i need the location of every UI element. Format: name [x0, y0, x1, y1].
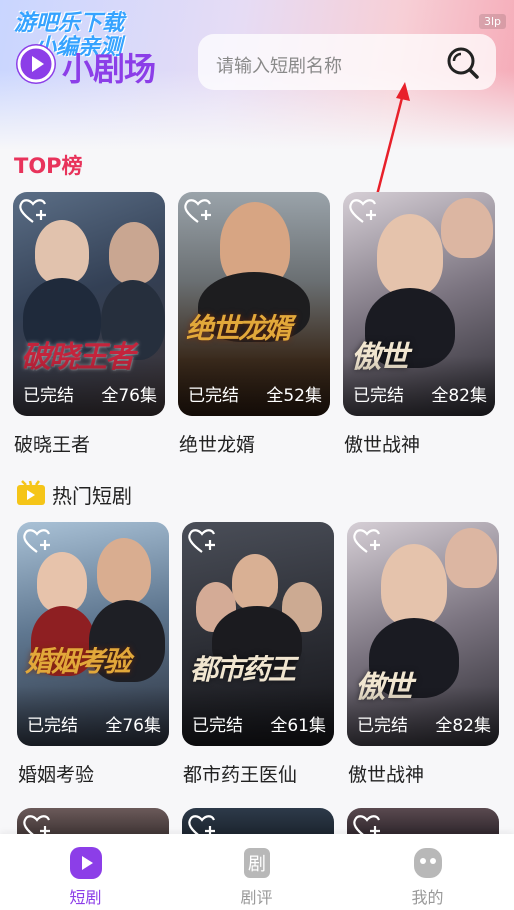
play-icon — [70, 847, 102, 879]
episode-count: 全82集 — [431, 386, 487, 406]
drama-card[interactable]: 破晓王者 已完结 全76集 — [13, 192, 165, 416]
poster-title: 都市药王 — [190, 653, 296, 686]
status-label: 已完结 — [357, 716, 408, 736]
favorite-heart-icon[interactable] — [351, 526, 385, 560]
favorite-heart-icon[interactable] — [21, 526, 55, 560]
episode-count: 全52集 — [266, 386, 322, 406]
poster-title: 婚姻考验 — [25, 645, 131, 678]
tab-label: 短剧 — [69, 888, 102, 907]
poster-figure — [441, 198, 493, 258]
status-label: 已完结 — [27, 716, 78, 736]
bottom-tab-bar: 短剧 剧 剧评 我的 — [0, 834, 514, 910]
drama-title[interactable]: 绝世龙婿 — [179, 430, 255, 457]
poster-figure — [109, 222, 159, 284]
drama-card[interactable]: 傲世 已完结 全82集 — [347, 522, 499, 746]
episode-count: 全61集 — [270, 716, 326, 736]
section-title-top: TOP榜 — [14, 154, 83, 178]
drama-card[interactable]: 绝世龙婿 已完结 全52集 — [178, 192, 330, 416]
drama-title[interactable]: 都市药王医仙 — [183, 760, 297, 787]
drama-title[interactable]: 破晓王者 — [14, 430, 90, 457]
poster-figure — [232, 554, 278, 610]
corner-tag: 3lp — [478, 14, 506, 29]
tab-label: 我的 — [411, 888, 444, 907]
drama-card[interactable]: 傲世 已完结 全82集 — [343, 192, 495, 416]
favorite-heart-icon[interactable] — [186, 526, 220, 560]
tab-label: 剧评 — [240, 888, 273, 907]
poster-figure — [381, 544, 447, 626]
drama-card[interactable]: 都市药王 已完结 全61集 — [182, 522, 334, 746]
logo-play-icon — [16, 44, 56, 84]
tab-reviews[interactable]: 剧 剧评 — [171, 834, 342, 910]
profile-icon — [414, 848, 442, 878]
status-label: 已完结 — [353, 386, 404, 406]
episode-count: 全82集 — [435, 716, 491, 736]
poster-figure — [377, 214, 443, 296]
favorite-heart-icon[interactable] — [17, 196, 51, 230]
episode-count: 全76集 — [105, 716, 161, 736]
hot-drama-icon — [16, 480, 46, 510]
section-title-hot: 热门短剧 — [52, 484, 132, 508]
review-icon: 剧 — [244, 848, 270, 878]
search-icon[interactable] — [446, 46, 480, 84]
header: 游吧乐下载 小编亲测 小剧场 3lp 请输入短剧名称 — [0, 0, 514, 120]
poster-figure — [97, 538, 151, 604]
watermark-line1: 游吧乐下载 — [14, 11, 125, 36]
search-box[interactable]: 请输入短剧名称 — [198, 34, 496, 90]
tab-shorts[interactable]: 短剧 — [0, 834, 171, 910]
poster-figure — [445, 528, 497, 588]
favorite-heart-icon[interactable] — [347, 196, 381, 230]
episode-count: 全76集 — [101, 386, 157, 406]
drama-card[interactable]: 婚姻考验 已完结 全76集 — [17, 522, 169, 746]
tab-profile[interactable]: 我的 — [342, 834, 513, 910]
status-label: 已完结 — [188, 386, 239, 406]
poster-figure — [37, 552, 87, 612]
status-label: 已完结 — [192, 716, 243, 736]
drama-title[interactable]: 婚姻考验 — [18, 760, 94, 787]
svg-text:剧: 剧 — [248, 854, 266, 875]
app-logo-text: 小剧场 — [62, 50, 156, 88]
favorite-heart-icon[interactable] — [182, 196, 216, 230]
drama-title[interactable]: 傲世战神 — [348, 760, 424, 787]
status-label: 已完结 — [23, 386, 74, 406]
search-placeholder[interactable]: 请输入短剧名称 — [216, 52, 342, 78]
drama-title[interactable]: 傲世战神 — [344, 430, 420, 457]
poster-title: 绝世龙婿 — [186, 312, 292, 345]
